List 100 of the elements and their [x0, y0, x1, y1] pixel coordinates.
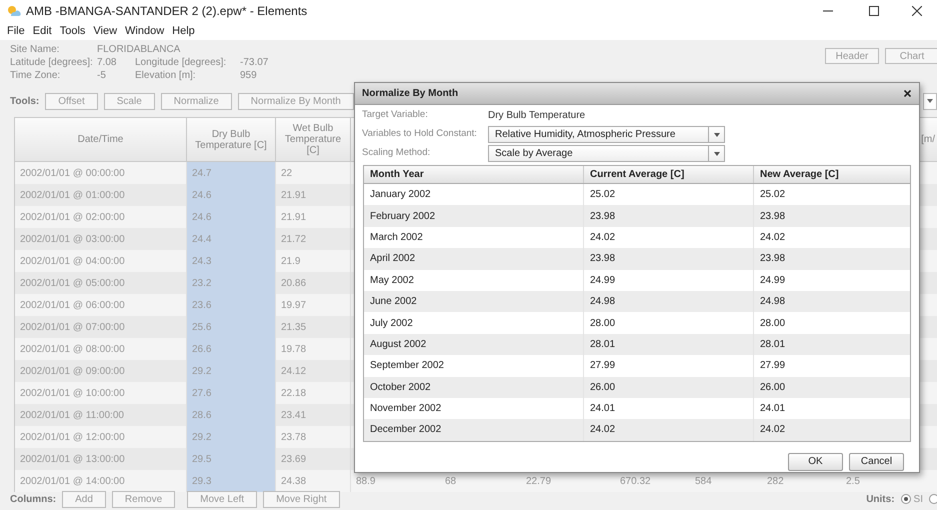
radio-label[interactable]: SI — [914, 492, 923, 506]
longitude-label: Longitude [degrees]: — [135, 56, 228, 69]
column-header[interactable]: Current Average [C] — [590, 167, 684, 182]
columns-button[interactable]: Remove — [112, 490, 176, 508]
table-cell-text: 2002/01/01 @ 04:00:00 — [20, 254, 125, 268]
elevation-value: 959 — [240, 69, 258, 82]
menu-item[interactable]: Window — [122, 22, 168, 40]
close-button[interactable] — [902, 88, 912, 98]
table-cell-text: 26.00 — [760, 380, 786, 395]
longitude-value: -73.07 — [240, 56, 270, 69]
menu-item[interactable]: Tools — [56, 22, 88, 40]
tool-button[interactable]: Normalize — [160, 92, 232, 110]
radio-button[interactable] — [929, 494, 937, 504]
table-cell-text: 2002/01/01 @ 12:00:00 — [20, 430, 125, 444]
table-cell-text: 2002/01/01 @ 02:00:00 — [20, 210, 125, 224]
table-cell-text: January 2002 — [370, 188, 431, 202]
table-cell-text: 2002/01/01 @ 09:00:00 — [20, 364, 125, 378]
table-cell-text: 23.41 — [281, 408, 306, 422]
units-label: Units: — [866, 492, 895, 506]
table-cell-text: 19.97 — [281, 298, 306, 312]
table-cell-text: 28.00 — [590, 316, 616, 331]
table-cell-text: 29.3 — [192, 474, 212, 488]
table-cell-text: 27.6 — [192, 386, 212, 400]
tool-button[interactable]: Normalize By Month — [238, 92, 354, 110]
table-cell-text: 23.78 — [281, 430, 306, 444]
table-cell-text: September 2002 — [370, 359, 444, 374]
table-cell-text: 24.99 — [760, 274, 786, 288]
table-cell-text: 282 — [767, 474, 784, 488]
table-cell-text: 24.4 — [192, 232, 212, 246]
dialog-button[interactable]: Cancel — [849, 452, 904, 471]
menu-item[interactable]: File — [4, 22, 28, 40]
table-cell-text: 2002/01/01 @ 11:00:00 — [20, 408, 124, 422]
table-cell-text: 21.91 — [281, 210, 306, 224]
menu-item[interactable]: Edit — [30, 22, 55, 40]
table-cell-text: 21.35 — [281, 320, 306, 334]
menu-item[interactable]: View — [90, 22, 120, 40]
table-cell-text: 23.98 — [760, 252, 786, 266]
site-name-label: Site Name: — [10, 43, 60, 56]
field-value: Dry Bulb Temperature — [488, 109, 586, 123]
table-cell-text: 29.2 — [192, 364, 212, 378]
table-cell-text: 22 — [281, 166, 292, 180]
time-zone-label: Time Zone: — [10, 69, 62, 82]
column-header[interactable]: [m/ — [921, 134, 937, 145]
column-header[interactable]: New Average [C] — [760, 167, 839, 182]
table-cell-text: 2002/01/01 @ 10:00:00 — [20, 386, 125, 400]
column-header[interactable]: Dry Bulb Temperature [C] — [187, 128, 275, 150]
caret-icon — [927, 99, 933, 103]
table-cell-text: October 2002 — [370, 380, 431, 395]
caret-icon — [714, 152, 720, 156]
table-cell-text: 68 — [445, 474, 456, 488]
table-cell-text: 27.99 — [760, 359, 786, 374]
table-cell-text: 26.00 — [590, 380, 616, 395]
columns-button[interactable]: Move Right — [263, 490, 340, 508]
table-cell-text: 24.6 — [192, 210, 212, 224]
dropdown[interactable]: Scale by Average — [488, 145, 725, 162]
table-cell-text: 24.38 — [281, 474, 306, 488]
columns-label: Columns: — [10, 492, 56, 506]
table-cell-text: 25.02 — [590, 188, 616, 202]
header-button[interactable]: Header — [825, 48, 879, 64]
column-header[interactable]: Month Year — [370, 167, 424, 182]
table-cell-text: 24.3 — [192, 254, 212, 268]
columns-button[interactable]: Move Left — [187, 490, 258, 508]
dialog-button[interactable]: OK — [788, 452, 843, 471]
table-cell-text: 25.02 — [760, 188, 786, 202]
table-cell-text: 28.01 — [760, 338, 786, 352]
field-label: Variables to Hold Constant: — [362, 127, 478, 142]
table-cell-text: August 2002 — [370, 338, 426, 352]
header-button[interactable]: Chart — [885, 48, 937, 64]
table-cell-text: 24.99 — [590, 274, 616, 288]
dropdown[interactable]: Relative Humidity, Atmospheric Pressure — [488, 126, 725, 143]
table-cell-text: 584 — [695, 474, 712, 488]
caret-icon — [714, 132, 720, 136]
table-cell-text: February 2002 — [370, 210, 436, 224]
table-cell-text: December 2002 — [370, 423, 442, 438]
table-cell-text: 22.18 — [281, 386, 306, 400]
site-name-value: FLORIDABLANCA — [97, 43, 182, 56]
table-cell-text: 21.91 — [281, 188, 306, 202]
columns-button[interactable]: Add — [62, 490, 106, 508]
table-cell-text: 24.7 — [192, 166, 212, 180]
window-title: AMB -BMANGA-SANTANDER 2 (2).epw* - Elements — [26, 3, 308, 20]
table-cell-text: 24.02 — [590, 230, 616, 245]
table-cell-text: 2002/01/01 @ 07:00:00 — [20, 320, 125, 334]
menu-item[interactable]: Help — [169, 22, 198, 40]
tool-button[interactable]: Offset — [45, 92, 98, 110]
dropdown[interactable] — [923, 92, 937, 110]
table-cell-text: 23.98 — [760, 210, 786, 224]
table-cell-text: 24.6 — [192, 188, 212, 202]
column-header[interactable]: Date/Time — [74, 134, 128, 145]
radio-button[interactable] — [900, 494, 911, 504]
table-cell-text: June 2002 — [370, 295, 417, 310]
table-cell-text: 22.79 — [526, 474, 552, 488]
table-cell-text: 24.12 — [281, 364, 306, 378]
close-icon — [912, 6, 922, 16]
tool-button[interactable]: Scale — [104, 92, 155, 110]
time-zone-value: -5 — [97, 69, 107, 82]
table-cell-text: 670.32 — [620, 474, 651, 488]
table-cell-text: 2002/01/01 @ 00:00:00 — [20, 166, 125, 180]
maximize-icon — [869, 6, 879, 16]
column-header[interactable]: Wet Bulb Temperature [C] — [276, 123, 350, 156]
table-cell-text: 23.69 — [281, 452, 306, 466]
